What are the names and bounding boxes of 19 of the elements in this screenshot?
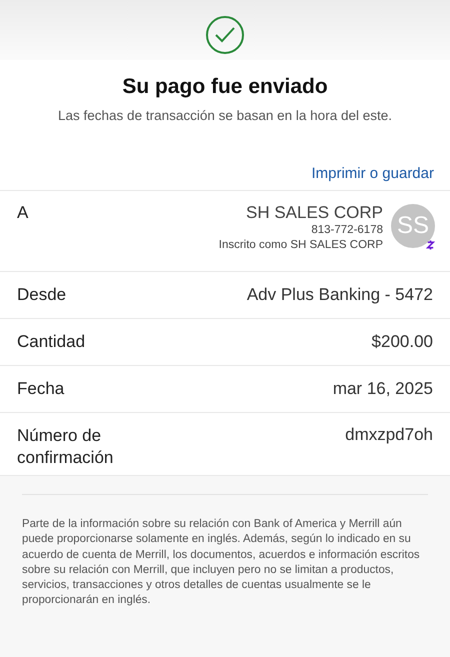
row-label: A — [17, 203, 28, 223]
payee-enrolled: Inscrito como SH SALES CORP — [218, 238, 383, 253]
disclaimer-text: Parte de la información sobre su relación con Bank of America y Merrill aún puede proporcionarse solamente en inglés. Además, según lo indicado en su acuerdo de cuenta de Merrill, los documentos, acuerdos e información escritos sobre su relación con Merrill, que incluyen pero no se limitan a productos, servicios, transacciones y otros detalles de cuentas usualmente se le proporcionarán en inglés. — [22, 517, 421, 608]
row-label: Desde — [17, 285, 66, 305]
payee-phone: 813-772-6178 — [310, 223, 383, 238]
subtitle: Las fechas de transacción se basan en la hora del este. — [57, 108, 393, 123]
avatar: SS — [391, 204, 435, 248]
checkmark-icon — [205, 15, 245, 55]
row-value: mar 16, 2025 — [332, 379, 433, 399]
row-label: Número de confirmación — [17, 425, 114, 469]
row-label: Cantidad — [17, 332, 86, 352]
row-value: $200.00 — [372, 332, 433, 352]
row-value: dmxzpd7oh — [345, 425, 433, 445]
zelle-icon — [426, 239, 435, 251]
confirmation-title: Su pago fue enviado — [121, 74, 329, 99]
row-value: Adv Plus Banking - 5472 — [246, 285, 433, 305]
payee-name: SH SALES CORP — [245, 203, 383, 223]
print-or-save-link[interactable]: Imprimir o guardar — [311, 165, 434, 182]
row-label: Fecha — [17, 379, 64, 399]
